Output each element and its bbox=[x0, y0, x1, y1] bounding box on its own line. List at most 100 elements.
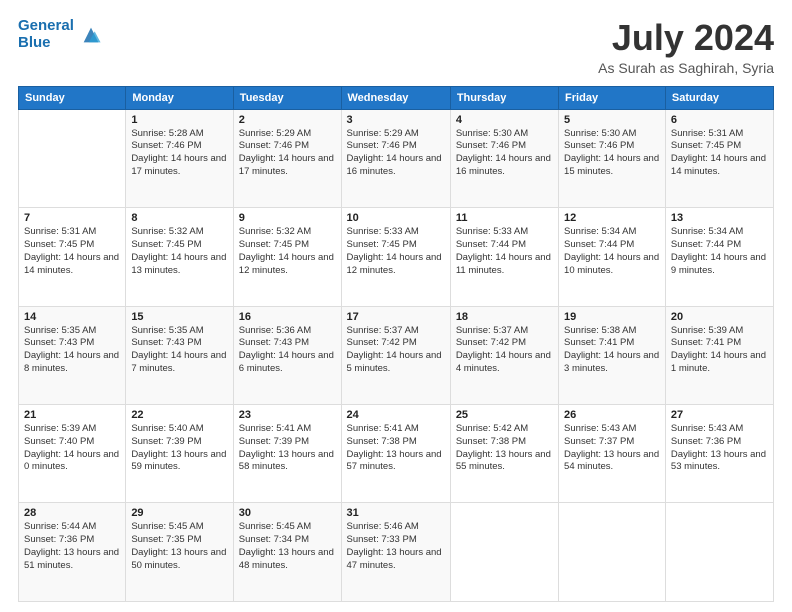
day-number: 27 bbox=[671, 409, 768, 421]
day-info: Sunrise: 5:43 AMSunset: 7:36 PMDaylight:… bbox=[671, 423, 768, 474]
logo-line2: Blue bbox=[18, 35, 74, 52]
calendar-table: SundayMondayTuesdayWednesdayThursdayFrid… bbox=[18, 86, 774, 602]
day-number: 26 bbox=[564, 409, 660, 421]
month-title: July 2024 bbox=[598, 18, 774, 58]
day-info: Sunrise: 5:37 AMSunset: 7:42 PMDaylight:… bbox=[347, 325, 445, 376]
day-info: Sunrise: 5:34 AMSunset: 7:44 PMDaylight:… bbox=[671, 226, 768, 277]
day-cell: 31 Sunrise: 5:46 AMSunset: 7:33 PMDayligh… bbox=[341, 503, 450, 602]
day-cell: 27 Sunrise: 5:43 AMSunset: 7:36 PMDayligh… bbox=[665, 405, 773, 503]
day-cell: 3Sunrise: 5:29 AMSunset: 7:46 PMDaylight… bbox=[341, 109, 450, 207]
day-info: Sunrise: 5:35 AMSunset: 7:43 PMDaylight:… bbox=[131, 325, 227, 376]
day-cell: 15 Sunrise: 5:35 AMSunset: 7:43 PMDayligh… bbox=[126, 306, 233, 404]
day-number: 1 bbox=[131, 114, 227, 126]
day-cell: 14Sunrise: 5:35 AMSunset: 7:43 PMDayligh… bbox=[19, 306, 126, 404]
logo-text: General Blue bbox=[18, 18, 102, 51]
day-cell: 25 Sunrise: 5:42 AMSunset: 7:38 PMDayligh… bbox=[450, 405, 558, 503]
logo-icon bbox=[80, 24, 102, 46]
day-info: Sunrise: 5:45 AMSunset: 7:35 PMDaylight:… bbox=[131, 521, 227, 572]
day-number: 17 bbox=[347, 311, 445, 323]
weekday-header-wednesday: Wednesday bbox=[341, 86, 450, 109]
week-row-4: 21 Sunrise: 5:39 AMSunset: 7:40 PMDayligh… bbox=[19, 405, 774, 503]
day-cell: 5 Sunrise: 5:30 AMSunset: 7:46 PMDaylight… bbox=[559, 109, 666, 207]
day-info: Sunrise: 5:43 AMSunset: 7:37 PMDaylight:… bbox=[564, 423, 660, 474]
day-cell: 6 Sunrise: 5:31 AMSunset: 7:45 PMDaylight… bbox=[665, 109, 773, 207]
day-info: Sunrise: 5:42 AMSunset: 7:38 PMDaylight:… bbox=[456, 423, 553, 474]
day-number: 14 bbox=[24, 311, 120, 323]
day-number: 28 bbox=[24, 507, 120, 519]
day-info: Sunrise: 5:28 AMSunset: 7:46 PMDaylight:… bbox=[131, 128, 227, 179]
day-number: 13 bbox=[671, 212, 768, 224]
day-number: 25 bbox=[456, 409, 553, 421]
day-cell: 2Sunrise: 5:29 AMSunset: 7:46 PMDaylight… bbox=[233, 109, 341, 207]
day-number: 11 bbox=[456, 212, 553, 224]
day-cell: 9 Sunrise: 5:32 AMSunset: 7:45 PMDaylight… bbox=[233, 208, 341, 306]
day-number: 19 bbox=[564, 311, 660, 323]
day-cell: 18Sunrise: 5:37 AMSunset: 7:42 PMDayligh… bbox=[450, 306, 558, 404]
logo: General Blue bbox=[18, 18, 102, 51]
day-number: 21 bbox=[24, 409, 120, 421]
day-info: Sunrise: 5:30 AMSunset: 7:46 PMDaylight:… bbox=[564, 128, 660, 179]
day-number: 5 bbox=[564, 114, 660, 126]
day-cell: 10 Sunrise: 5:33 AMSunset: 7:45 PMDayligh… bbox=[341, 208, 450, 306]
day-info: Sunrise: 5:29 AMSunset: 7:46 PMDaylight:… bbox=[239, 128, 336, 179]
day-number: 22 bbox=[131, 409, 227, 421]
weekday-header-tuesday: Tuesday bbox=[233, 86, 341, 109]
day-info: Sunrise: 5:34 AMSunset: 7:44 PMDaylight:… bbox=[564, 226, 660, 277]
day-number: 20 bbox=[671, 311, 768, 323]
day-info: Sunrise: 5:45 AMSunset: 7:34 PMDaylight:… bbox=[239, 521, 336, 572]
day-number: 10 bbox=[347, 212, 445, 224]
header: General Blue July 2024 As Surah as Saghi… bbox=[18, 18, 774, 76]
day-cell: 11 Sunrise: 5:33 AMSunset: 7:44 PMDayligh… bbox=[450, 208, 558, 306]
day-info: Sunrise: 5:33 AMSunset: 7:44 PMDaylight:… bbox=[456, 226, 553, 277]
day-cell: 8 Sunrise: 5:32 AMSunset: 7:45 PMDaylight… bbox=[126, 208, 233, 306]
day-info: Sunrise: 5:33 AMSunset: 7:45 PMDaylight:… bbox=[347, 226, 445, 277]
day-info: Sunrise: 5:31 AMSunset: 7:45 PMDaylight:… bbox=[24, 226, 120, 277]
day-info: Sunrise: 5:32 AMSunset: 7:45 PMDaylight:… bbox=[131, 226, 227, 277]
day-cell: 19Sunrise: 5:38 AMSunset: 7:41 PMDayligh… bbox=[559, 306, 666, 404]
day-cell: 4Sunrise: 5:30 AMSunset: 7:46 PMDaylight… bbox=[450, 109, 558, 207]
day-cell: 23 Sunrise: 5:41 AMSunset: 7:39 PMDayligh… bbox=[233, 405, 341, 503]
page: General Blue July 2024 As Surah as Saghi… bbox=[0, 0, 792, 612]
day-cell bbox=[559, 503, 666, 602]
day-info: Sunrise: 5:44 AMSunset: 7:36 PMDaylight:… bbox=[24, 521, 120, 572]
day-cell: 16Sunrise: 5:36 AMSunset: 7:43 PMDayligh… bbox=[233, 306, 341, 404]
day-number: 12 bbox=[564, 212, 660, 224]
weekday-header-monday: Monday bbox=[126, 86, 233, 109]
day-number: 6 bbox=[671, 114, 768, 126]
week-row-3: 14 Sunrise: 5:35 AMSunset: 7:43 PMDayligh… bbox=[19, 306, 774, 404]
day-number: 23 bbox=[239, 409, 336, 421]
weekday-header-row: SundayMondayTuesdayWednesdayThursdayFrid… bbox=[19, 86, 774, 109]
day-number: 9 bbox=[239, 212, 336, 224]
day-cell: 28 Sunrise: 5:44 AMSunset: 7:36 PMDayligh… bbox=[19, 503, 126, 602]
day-cell bbox=[450, 503, 558, 602]
day-number: 3 bbox=[347, 114, 445, 126]
weekday-header-thursday: Thursday bbox=[450, 86, 558, 109]
week-row-5: 28 Sunrise: 5:44 AMSunset: 7:36 PMDayligh… bbox=[19, 503, 774, 602]
day-info: Sunrise: 5:41 AMSunset: 7:38 PMDaylight:… bbox=[347, 423, 445, 474]
day-cell: 21 Sunrise: 5:39 AMSunset: 7:40 PMDayligh… bbox=[19, 405, 126, 503]
weekday-header-saturday: Saturday bbox=[665, 86, 773, 109]
day-number: 8 bbox=[131, 212, 227, 224]
day-cell: 29Sunrise: 5:45 AMSunset: 7:35 PMDayligh… bbox=[126, 503, 233, 602]
day-number: 31 bbox=[347, 507, 445, 519]
weekday-header-sunday: Sunday bbox=[19, 86, 126, 109]
day-info: Sunrise: 5:39 AMSunset: 7:40 PMDaylight:… bbox=[24, 423, 120, 474]
day-info: Sunrise: 5:30 AMSunset: 7:46 PMDaylight:… bbox=[456, 128, 553, 179]
week-row-1: 1 Sunrise: 5:28 AMSunset: 7:46 PMDaylight… bbox=[19, 109, 774, 207]
day-info: Sunrise: 5:32 AMSunset: 7:45 PMDaylight:… bbox=[239, 226, 336, 277]
day-info: Sunrise: 5:41 AMSunset: 7:39 PMDaylight:… bbox=[239, 423, 336, 474]
day-number: 30 bbox=[239, 507, 336, 519]
week-row-2: 7Sunrise: 5:31 AMSunset: 7:45 PMDaylight… bbox=[19, 208, 774, 306]
title-block: July 2024 As Surah as Saghirah, Syria bbox=[598, 18, 774, 76]
day-cell: 26 Sunrise: 5:43 AMSunset: 7:37 PMDayligh… bbox=[559, 405, 666, 503]
day-number: 16 bbox=[239, 311, 336, 323]
day-number: 15 bbox=[131, 311, 227, 323]
logo-line1: General bbox=[18, 17, 74, 34]
weekday-header-friday: Friday bbox=[559, 86, 666, 109]
day-cell bbox=[19, 109, 126, 207]
day-info: Sunrise: 5:31 AMSunset: 7:45 PMDaylight:… bbox=[671, 128, 768, 179]
day-cell: 20Sunrise: 5:39 AMSunset: 7:41 PMDayligh… bbox=[665, 306, 773, 404]
day-info: Sunrise: 5:46 AMSunset: 7:33 PMDaylight:… bbox=[347, 521, 445, 572]
day-cell: 17 Sunrise: 5:37 AMSunset: 7:42 PMDayligh… bbox=[341, 306, 450, 404]
day-info: Sunrise: 5:40 AMSunset: 7:39 PMDaylight:… bbox=[131, 423, 227, 474]
